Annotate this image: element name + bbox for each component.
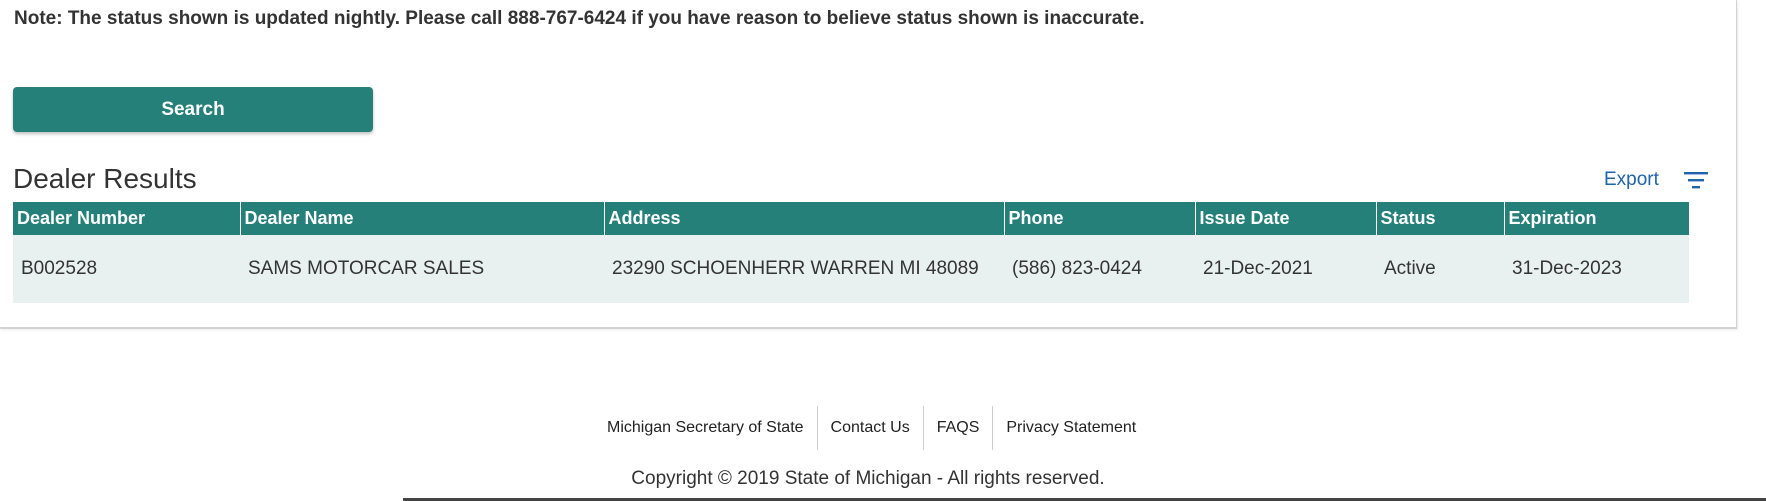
column-header-dealer-name[interactable]: Dealer Name — [239, 202, 604, 235]
cell-status: Active — [1376, 235, 1504, 303]
footer-link-privacy-statement[interactable]: Privacy Statement — [992, 406, 1149, 450]
export-link[interactable]: Export — [1604, 169, 1659, 191]
cell-dealer-name: SAMS MOTORCAR SALES — [240, 235, 604, 303]
results-card: Note: The status shown is updated nightl… — [0, 0, 1737, 329]
cell-expiration: 31-Dec-2023 — [1504, 235, 1689, 303]
column-header-issue-date[interactable]: Issue Date — [1194, 202, 1376, 235]
cell-phone: (586) 823-0424 — [1004, 235, 1195, 303]
footer-link-contact-us[interactable]: Contact Us — [816, 406, 923, 450]
results-table: Dealer Number Dealer Name Address Phone … — [13, 202, 1689, 303]
search-button[interactable]: Search — [13, 87, 373, 132]
column-header-expiration[interactable]: Expiration — [1503, 202, 1689, 235]
column-header-phone[interactable]: Phone — [1003, 202, 1195, 235]
cell-issue-date: 21-Dec-2021 — [1195, 235, 1376, 303]
column-header-address[interactable]: Address — [603, 202, 1004, 235]
copyright-text: Copyright © 2019 State of Michigan - All… — [631, 468, 1105, 489]
cell-dealer-number: B002528 — [13, 235, 240, 303]
table-header-row: Dealer Number Dealer Name Address Phone … — [13, 202, 1689, 235]
status-note: Note: The status shown is updated nightl… — [14, 8, 1145, 29]
footer-links: Michigan Secretary of State Contact Us F… — [594, 406, 1149, 450]
footer-link-faqs[interactable]: FAQS — [922, 406, 993, 450]
column-header-dealer-number[interactable]: Dealer Number — [13, 202, 240, 235]
footer-link-secretary-of-state[interactable]: Michigan Secretary of State — [594, 406, 817, 450]
filter-icon[interactable] — [1684, 170, 1708, 190]
column-header-status[interactable]: Status — [1375, 202, 1504, 235]
results-title: Dealer Results — [13, 163, 197, 194]
cell-address: 23290 SCHOENHERR WARREN MI 48089 — [604, 235, 1004, 303]
table-row[interactable]: B002528 SAMS MOTORCAR SALES 23290 SCHOEN… — [13, 235, 1689, 303]
